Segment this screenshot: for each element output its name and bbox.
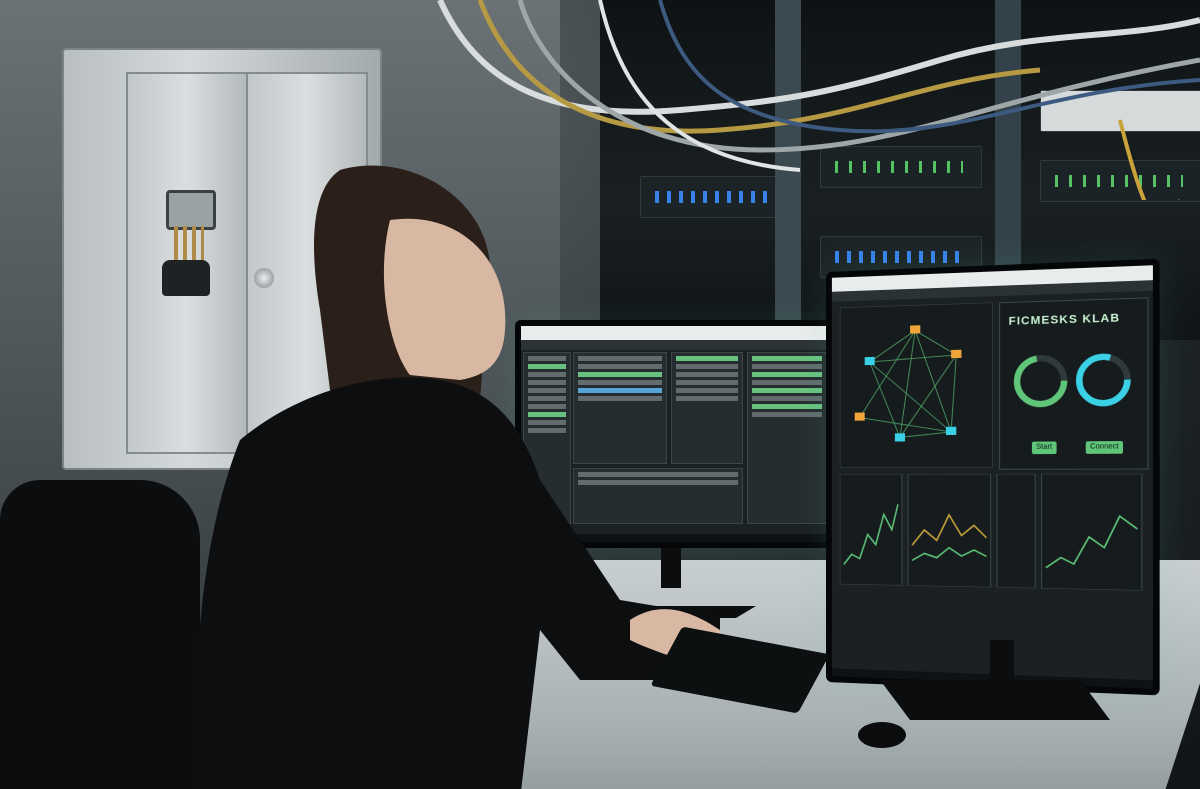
connect-button[interactable]: Connect <box>1085 441 1124 454</box>
list-item[interactable] <box>752 412 822 417</box>
list-item[interactable] <box>752 356 822 361</box>
server-room-scene: FICMESKS KLAB Start Connect <box>0 0 1200 789</box>
list-item[interactable] <box>752 396 822 401</box>
list-item[interactable] <box>752 404 822 409</box>
face <box>383 218 506 380</box>
black-turtleneck <box>196 377 720 789</box>
dashboard-title: FICMESKS KLAB <box>1008 312 1121 328</box>
settings-panel <box>747 352 827 524</box>
status-panel: FICMESKS KLAB Start Connect <box>999 297 1149 470</box>
right-monitor-stand <box>880 640 1110 720</box>
network-graph <box>839 302 993 468</box>
list-item[interactable] <box>752 372 822 377</box>
gauge-group <box>1009 337 1139 423</box>
network-node[interactable] <box>910 325 921 334</box>
list-item[interactable] <box>752 380 822 385</box>
network-node[interactable] <box>945 426 957 436</box>
chart-row <box>839 474 1146 591</box>
list-item[interactable] <box>752 388 822 393</box>
right-monitor: FICMESKS KLAB Start Connect <box>826 258 1160 696</box>
mouse[interactable] <box>858 722 906 748</box>
network-node[interactable] <box>951 349 962 359</box>
network-node[interactable] <box>864 356 875 366</box>
network-node[interactable] <box>854 412 865 421</box>
network-node[interactable] <box>894 433 906 442</box>
server-led-icon <box>835 251 963 263</box>
list-item[interactable] <box>752 364 822 369</box>
right-monitor-screen: FICMESKS KLAB Start Connect <box>831 265 1153 689</box>
start-button[interactable]: Start <box>1031 441 1057 455</box>
person-at-desk <box>196 165 720 789</box>
